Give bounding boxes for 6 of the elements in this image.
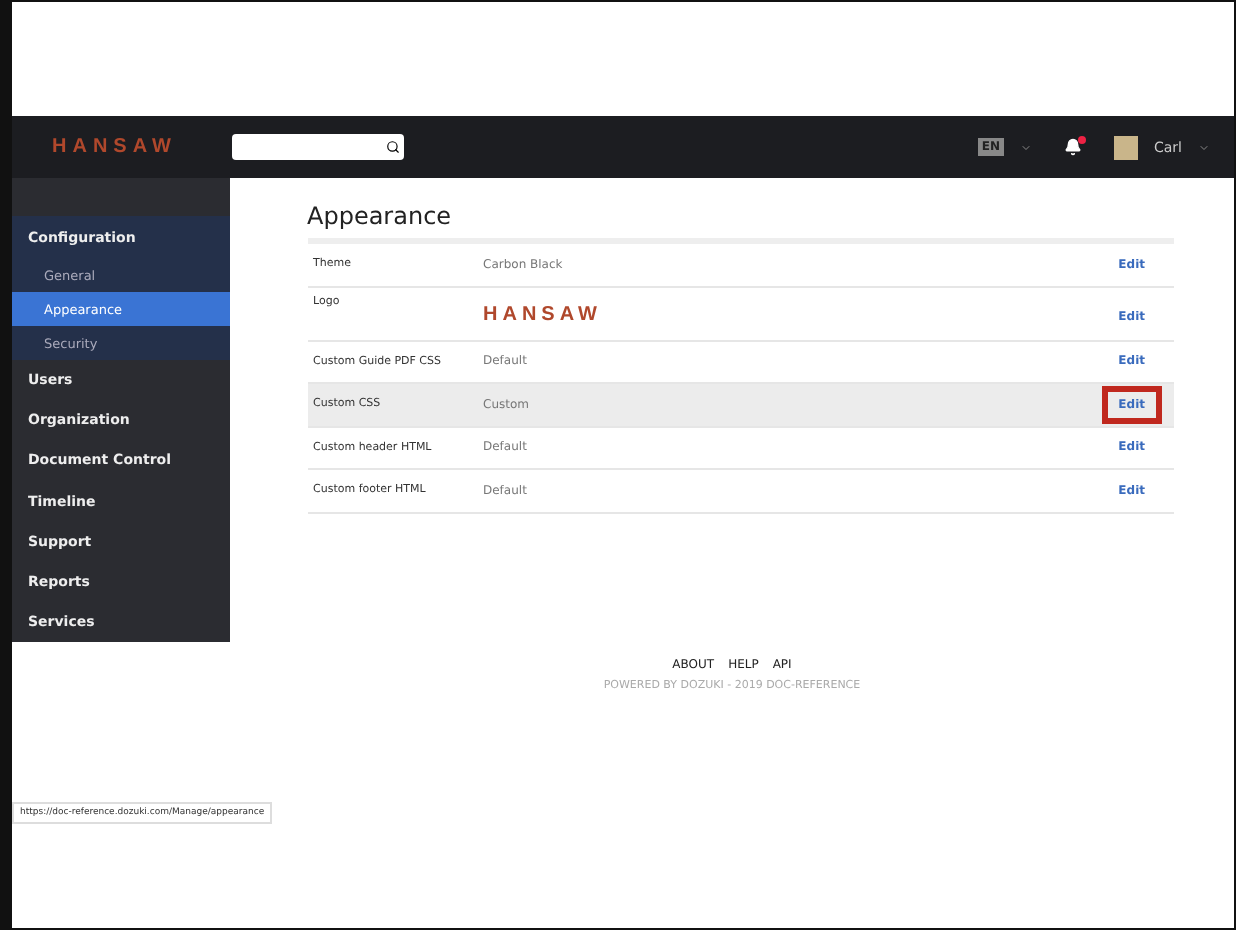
avatar[interactable] [1114,135,1138,159]
search-icon[interactable] [386,140,401,154]
page-title: Appearance [307,202,1173,244]
search-field[interactable] [232,134,405,160]
logo-value: HANSAW [483,301,604,325]
bell-icon[interactable] [1064,138,1082,156]
